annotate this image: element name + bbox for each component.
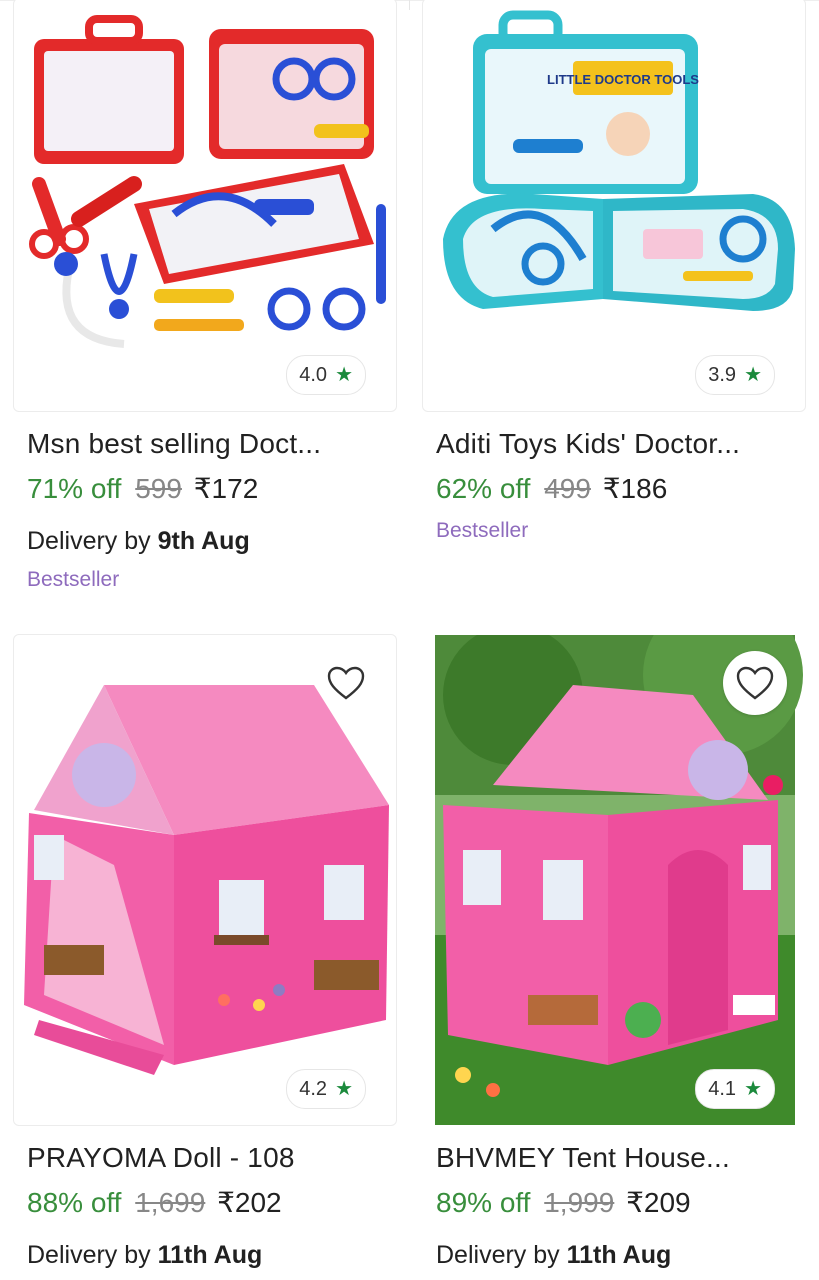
product-card[interactable]: 4.0 ★ Msn best selling Doct... 71% off 5…	[13, 0, 397, 592]
product-image	[29, 15, 386, 348]
selling-price: ₹186	[602, 473, 668, 504]
rating-value: 3.9	[708, 363, 737, 386]
wishlist-button[interactable]	[314, 651, 378, 715]
product-card[interactable]: LITTLE DOCTOR TOOLS 3.9 ★ Aditi Toys Kid…	[422, 0, 806, 543]
star-icon: ★	[744, 364, 762, 386]
column-divider	[409, 0, 410, 10]
star-icon: ★	[335, 364, 353, 386]
product-image-frame[interactable]: 4.1 ★	[422, 634, 806, 1126]
original-price: 1,999	[544, 1187, 615, 1218]
bestseller-badge: Bestseller	[436, 519, 529, 542]
delivery-info: Delivery by 11th Aug	[436, 1241, 806, 1270]
product-card[interactable]: 4.1 ★ BHVMEY Tent House... 89% off 1,999…	[422, 634, 806, 1270]
heart-icon	[736, 666, 774, 700]
delivery-date: 11th Aug	[157, 1241, 263, 1269]
product-card[interactable]: 4.2 ★ PRAYOMA Doll - 108 88% off 1,699 ₹…	[13, 634, 397, 1270]
discount-percent: 89% off	[436, 1187, 531, 1218]
delivery-info: Delivery by 9th Aug	[27, 527, 397, 556]
price-row: 71% off 599 ₹172	[27, 472, 397, 505]
product-title[interactable]: Msn best selling Doct...	[27, 428, 397, 460]
original-price: 1,699	[135, 1187, 206, 1218]
heart-icon	[327, 666, 365, 700]
rating-badge: 4.1 ★	[695, 1069, 775, 1109]
delivery-prefix: Delivery by	[27, 527, 151, 555]
discount-percent: 88% off	[27, 1187, 122, 1218]
rating-value: 4.2	[299, 1077, 328, 1100]
discount-percent: 62% off	[436, 473, 531, 504]
rating-badge: 3.9 ★	[695, 355, 775, 395]
product-image-frame[interactable]: 4.2 ★	[13, 634, 397, 1126]
delivery-prefix: Delivery by	[27, 1241, 151, 1269]
rating-value: 4.1	[708, 1077, 737, 1100]
original-price: 599	[135, 473, 182, 504]
delivery-date: 9th Aug	[157, 527, 250, 555]
price-row: 88% off 1,699 ₹202	[27, 1186, 397, 1219]
product-image-frame[interactable]: LITTLE DOCTOR TOOLS 3.9 ★	[422, 0, 806, 412]
original-price: 499	[544, 473, 591, 504]
star-icon: ★	[335, 1078, 353, 1100]
price-row: 89% off 1,999 ₹209	[436, 1186, 806, 1219]
discount-percent: 71% off	[27, 473, 122, 504]
product-image-frame[interactable]: 4.0 ★	[13, 0, 397, 412]
rating-badge: 4.2 ★	[286, 1069, 366, 1109]
product-title[interactable]: Aditi Toys Kids' Doctor...	[436, 428, 806, 460]
selling-price: ₹172	[193, 473, 259, 504]
product-title[interactable]: PRAYOMA Doll - 108	[27, 1142, 397, 1174]
delivery-date: 11th Aug	[566, 1241, 672, 1269]
delivery-prefix: Delivery by	[436, 1241, 560, 1269]
delivery-info: Delivery by 11th Aug	[27, 1241, 397, 1270]
bestseller-badge: Bestseller	[27, 568, 120, 591]
wishlist-button[interactable]	[723, 651, 787, 715]
star-icon: ★	[744, 1078, 762, 1100]
selling-price: ₹209	[626, 1187, 691, 1218]
product-image: LITTLE DOCTOR TOOLS	[443, 10, 795, 311]
selling-price: ₹202	[217, 1187, 282, 1218]
price-row: 62% off 499 ₹186	[436, 472, 806, 505]
rating-value: 4.0	[299, 363, 328, 386]
product-title[interactable]: BHVMEY Tent House...	[436, 1142, 806, 1174]
rating-badge: 4.0 ★	[286, 355, 366, 395]
box-label: LITTLE DOCTOR TOOLS	[547, 72, 699, 87]
